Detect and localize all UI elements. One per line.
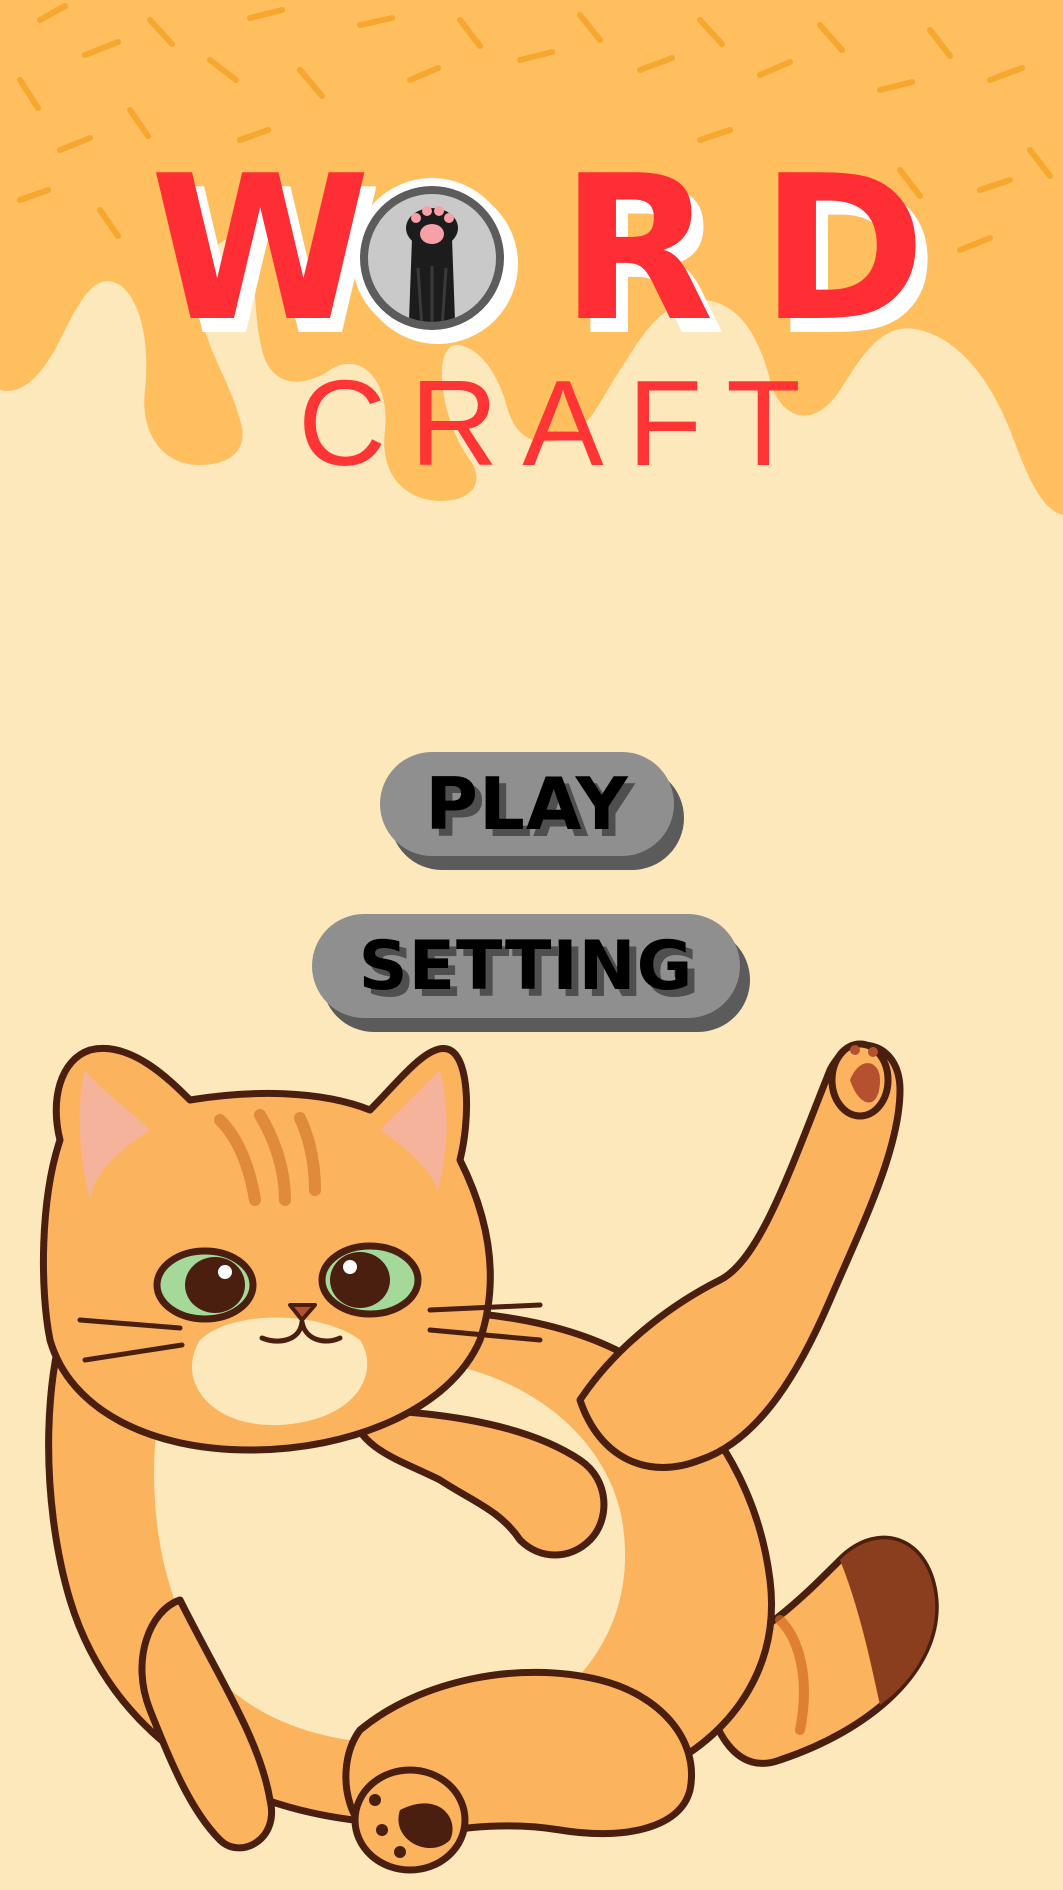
play-button-label: PLAY [425, 762, 629, 846]
play-button-face[interactable]: PLAY [380, 752, 674, 856]
game-subtitle: CRAFT [298, 355, 825, 491]
orange-cat-icon [39, 1040, 939, 1874]
cat-paw-icon [352, 178, 518, 344]
setting-button-label: SETTING [358, 926, 694, 1006]
title-screen: W R D CRAFT PLAY SETTING [0, 0, 1063, 1890]
title-letter-w: W [150, 133, 371, 366]
setting-button[interactable]: SETTING [312, 914, 750, 1032]
title-letter-d: D [760, 133, 927, 366]
setting-button-face[interactable]: SETTING [312, 914, 740, 1018]
title-letter-r: R [560, 133, 715, 366]
game-title: W R D [150, 133, 926, 366]
play-button[interactable]: PLAY [380, 752, 684, 870]
